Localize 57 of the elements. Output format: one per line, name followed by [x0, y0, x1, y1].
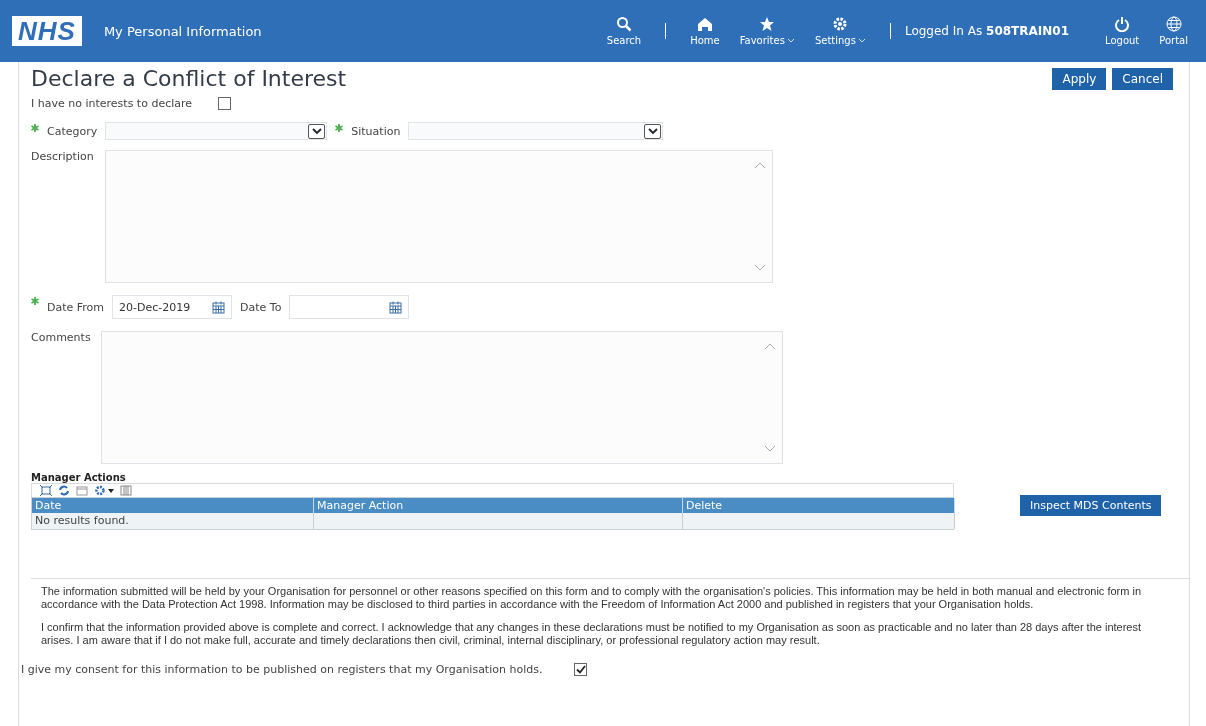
column-header[interactable]: Delete — [683, 498, 955, 513]
checkbox[interactable] — [218, 97, 232, 110]
section-title: Manager Actions — [31, 472, 127, 483]
scroll-up-icon[interactable] — [764, 342, 776, 350]
search-icon — [616, 16, 632, 32]
field-label: Description — [31, 150, 95, 163]
calendar-icon[interactable] — [389, 300, 403, 314]
checkbox-label: I have no interests to declare — [31, 97, 193, 110]
refresh-icon[interactable] — [58, 485, 70, 496]
scroll-down-icon[interactable] — [754, 264, 766, 272]
comments-field[interactable] — [101, 331, 783, 464]
date-field[interactable] — [289, 295, 410, 319]
nav-item[interactable]: Portal — [1159, 16, 1188, 46]
scroll-down-icon[interactable] — [764, 445, 776, 453]
globe-icon — [1165, 16, 1182, 32]
logged-in-text: Logged In As 508TRAIN01 — [904, 24, 1069, 38]
nav-item[interactable]: Home — [690, 16, 720, 46]
settings-icon[interactable] — [94, 485, 114, 496]
table-cell: No results found. — [32, 513, 314, 529]
date-field[interactable]: 20-Dec-2019 — [112, 295, 233, 319]
home-icon — [696, 16, 713, 32]
calendar-icon[interactable] — [212, 300, 226, 314]
field-label: Comments — [31, 331, 92, 344]
columns-icon[interactable] — [120, 485, 132, 496]
detach-icon[interactable] — [40, 485, 52, 496]
consent-checkbox[interactable] — [574, 663, 588, 676]
cancel-button[interactable]: Cancel — [1112, 67, 1173, 90]
nav-item[interactable]: Settings — [814, 16, 866, 46]
situation-select[interactable] — [408, 122, 664, 140]
column-header[interactable]: Date — [32, 498, 314, 513]
window-icon[interactable] — [76, 485, 88, 496]
nav-item[interactable]: Logout — [1105, 16, 1140, 46]
category-select[interactable] — [105, 122, 328, 140]
apply-button[interactable]: Apply — [1052, 67, 1107, 90]
dropdown-icon — [308, 123, 326, 139]
nav-item[interactable]: Favorites — [739, 16, 795, 46]
field-label: Situation — [351, 124, 401, 138]
disclaimer-text: I confirm that the information provided above is complete and correct. I acknowledge that any changes in these declarations must be notified to my Organisation as soon as practicable and no later than 28 days after the interest arises. I am aware that if I do not make full, accurate and timely declarations then civil, criminal, internal disciplinary, or professional regulatory action may result. — [41, 621, 1143, 647]
field-label: Date To — [240, 300, 282, 314]
disclaimer-text: The information submitted will be held by your Organisation for personnel or other reasons specified on this form and to comply with the organisation's policies. This information may be held in both manual and electronic form in accordance with the Data Protection Act 1998. Information may be disclosed to third parties in accordance with the Freedom of Information Act 2000 and published in registers that your Organisation holds. — [41, 585, 1143, 611]
settings-icon — [832, 16, 849, 32]
caret-icon — [857, 38, 866, 44]
field-label: Category — [47, 124, 98, 138]
star-icon — [759, 16, 776, 32]
app-title: My Personal Information — [103, 23, 262, 39]
column-header[interactable]: Manager Action — [314, 498, 683, 513]
caret-icon — [786, 38, 795, 44]
page-title: Declare a Conflict of Interest — [31, 66, 347, 91]
nav-item[interactable]: Search — [606, 16, 642, 46]
field-label: Date From — [47, 300, 105, 314]
description-field[interactable] — [105, 150, 773, 283]
inspect-button[interactable]: Inspect MDS Contents — [1020, 495, 1162, 516]
consent-label: I give my consent for this information to be published on registers that my Organisation holds. — [21, 663, 543, 676]
scroll-up-icon[interactable] — [754, 161, 766, 169]
dropdown-icon — [644, 123, 662, 139]
logo: NHS — [12, 16, 82, 46]
power-icon — [1114, 16, 1131, 32]
